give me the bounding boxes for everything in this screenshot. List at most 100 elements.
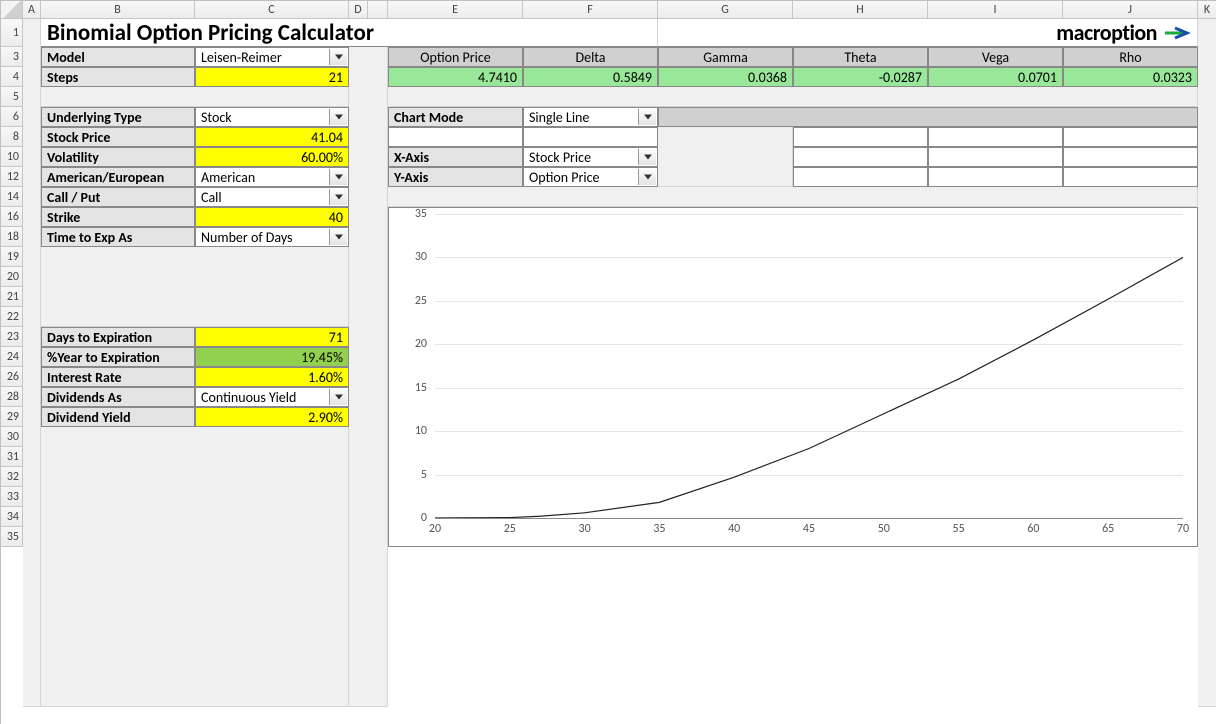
underlying-label: Underlying Type [41,107,195,127]
col-B[interactable]: B [41,1,195,19]
divyield-label: Dividend Yield [41,407,195,427]
underlying-dropdown[interactable]: Stock [195,107,349,127]
row-31[interactable]: 31 [1,447,23,467]
chartmode-label: Chart Mode [388,107,523,127]
row-22[interactable]: 22 [1,307,23,327]
col-D[interactable]: D [349,1,368,19]
timeto-dropdown[interactable]: Number of Days [195,227,349,247]
strike-input[interactable]: 40 [195,207,349,227]
extra-box-F8[interactable] [523,127,658,147]
gutter-D [349,19,388,707]
row-26[interactable]: 26 [1,367,23,387]
col-H[interactable]: H [793,1,928,19]
yaxis-label: Y-Axis [388,167,523,187]
col-F[interactable]: F [523,1,658,19]
model-dropdown[interactable]: Leisen-Reimer [195,47,349,67]
chart-xtick: 40 [728,522,740,536]
extra-box-I10[interactable] [928,147,1063,167]
rate-input[interactable]: 1.60% [195,367,349,387]
gutter-A [23,19,41,707]
extra-box-H12[interactable] [793,167,928,187]
extra-box-E8[interactable] [388,127,523,147]
chart-ytick: 0 [399,511,427,525]
col-K[interactable]: K [1198,1,1216,19]
chartmode-dropdown[interactable]: Single Line [523,107,658,127]
col-I[interactable]: I [928,1,1063,19]
row-20[interactable]: 20 [1,267,23,287]
row-1[interactable]: 1 [1,19,23,47]
row-16[interactable]: 16 [1,207,23,227]
extra-box-J8[interactable] [1063,127,1198,147]
yearexp-label: %Year to Expiration [41,347,195,367]
row-3[interactable]: 3 [1,47,23,67]
chart-ytick: 35 [399,207,427,221]
col-G[interactable]: G [658,1,793,19]
col-A[interactable]: A [23,1,41,19]
greek-v-theta: -0.0287 [793,67,928,87]
extra-box-J10[interactable] [1063,147,1198,167]
divyield-input[interactable]: 2.90% [195,407,349,427]
extra-box-H8[interactable] [793,127,928,147]
xaxis-label: X-Axis [388,147,523,167]
row-34[interactable]: 34 [1,507,23,527]
chartmode-band [658,107,1198,127]
row-32[interactable]: 32 [1,467,23,487]
greek-h-theta: Theta [793,47,928,67]
volatility-label: Volatility [41,147,195,167]
row-4[interactable]: 4 [1,67,23,87]
volatility-input[interactable]: 60.00% [195,147,349,167]
brand-text: macroption [1056,19,1157,46]
row-28[interactable]: 28 [1,387,23,407]
daysexp-input[interactable]: 71 [195,327,349,347]
xaxis-dropdown[interactable]: Stock Price [523,147,658,167]
row-5[interactable]: 5 [1,87,23,107]
greek-v-vega: 0.0701 [928,67,1063,87]
row-12[interactable]: 12 [1,167,23,187]
greek-v-rho: 0.0323 [1063,67,1198,87]
row-6[interactable]: 6 [1,107,23,127]
row-30[interactable]: 30 [1,427,23,447]
brand-logo: macroption [658,19,1198,47]
row-23[interactable]: 23 [1,327,23,347]
extra-box-I12[interactable] [928,167,1063,187]
col-J[interactable]: J [1063,1,1198,19]
extra-box-I8[interactable] [928,127,1063,147]
divas-dropdown[interactable]: Continuous Yield [195,387,349,407]
chart-xtick: 55 [953,522,965,536]
col-C[interactable]: C [195,1,349,19]
callput-label: Call / Put [41,187,195,207]
stockprice-input[interactable]: 41.04 [195,127,349,147]
row-21[interactable]: 21 [1,287,23,307]
right-blank-5 [388,87,1198,107]
col-blank[interactable] [368,1,388,19]
extra-box-H10[interactable] [793,147,928,167]
chart-ytick: 15 [399,381,427,395]
row-35[interactable]: 35 [1,527,23,547]
callput-dropdown[interactable]: Call [195,187,349,207]
brand-icon [1163,24,1191,42]
row-33[interactable]: 33 [1,487,23,507]
row-18[interactable]: 18 [1,227,23,247]
chart-xtick: 35 [653,522,665,536]
chart-line [435,214,1183,518]
row-14[interactable]: 14 [1,187,23,207]
col-E[interactable]: E [388,1,523,19]
greek-v-optionprice: 4.7410 [388,67,523,87]
amer-euro-dropdown[interactable]: American [195,167,349,187]
stockprice-label: Stock Price [41,127,195,147]
steps-label: Steps [41,67,195,87]
chart-xtick: 25 [504,522,516,536]
extra-box-J12[interactable] [1063,167,1198,187]
row-24[interactable]: 24 [1,347,23,367]
row-19[interactable]: 19 [1,247,23,267]
greek-h-optionprice: Option Price [388,47,523,67]
right-blank-14 [388,187,1198,207]
row-10[interactable]: 10 [1,147,23,167]
chart-xtick: 45 [803,522,815,536]
steps-input[interactable]: 21 [195,67,349,87]
yaxis-dropdown[interactable]: Option Price [523,167,658,187]
row-29[interactable]: 29 [1,407,23,427]
row-8[interactable]: 8 [1,127,23,147]
select-all-corner[interactable] [1,1,23,19]
yearexp-output: 19.45% [195,347,349,367]
